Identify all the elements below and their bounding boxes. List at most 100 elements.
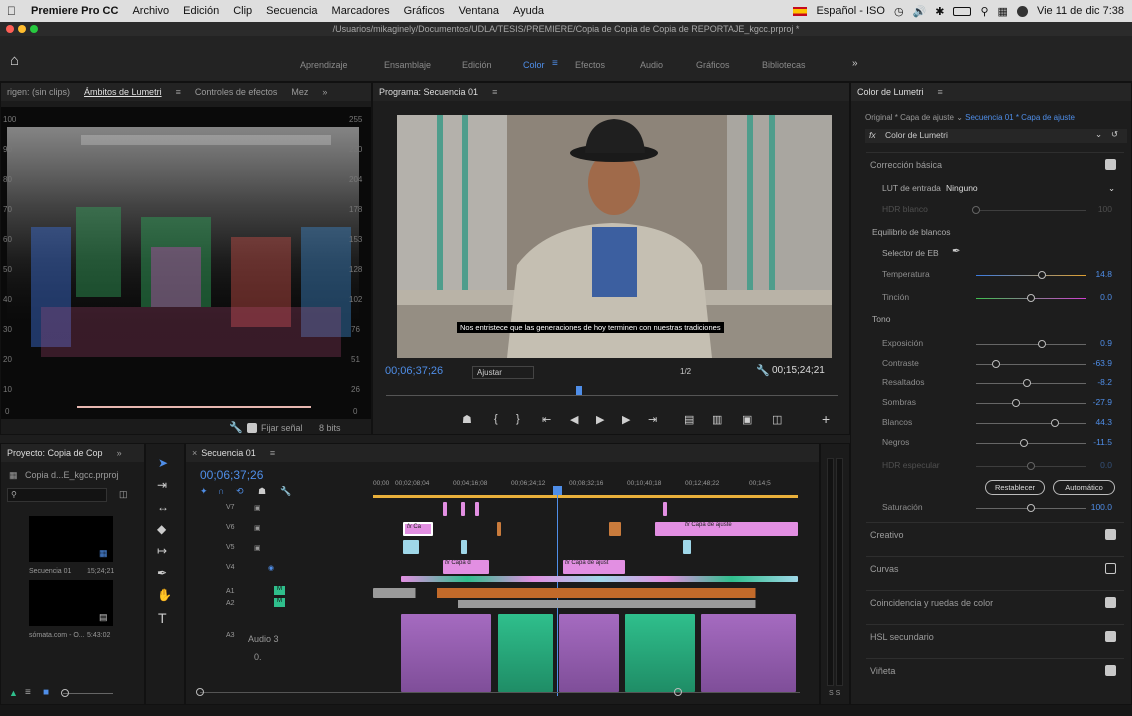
exposure-value[interactable]: 0.9	[1100, 338, 1112, 348]
workspace-efectos[interactable]: Efectos	[575, 60, 605, 70]
lock-icon[interactable]: ▲	[9, 688, 18, 698]
temperature-value[interactable]: 14.8	[1095, 269, 1112, 279]
whites-knob[interactable]	[1051, 419, 1060, 427]
zoom-slider-knob[interactable]	[61, 689, 69, 697]
minimize-window-button[interactable]	[18, 25, 26, 33]
menu-marcadores[interactable]: Marcadores	[325, 5, 397, 17]
go-to-out-icon[interactable]: ⇥	[648, 413, 657, 426]
clip-video-strip[interactable]	[401, 576, 798, 582]
timeline-menu-icon[interactable]: ≡	[270, 448, 275, 458]
control-center-icon[interactable]: ▦	[998, 5, 1008, 18]
project-search-input[interactable]	[7, 488, 107, 502]
auto-button[interactable]: Automático	[1053, 480, 1115, 495]
saturation-knob[interactable]	[1027, 504, 1035, 512]
clip-thin[interactable]	[443, 502, 447, 516]
zoom-window-button[interactable]	[30, 25, 38, 33]
section-hsl-secondary[interactable]: HSL secundario	[866, 624, 1124, 648]
linked-selection-icon[interactable]: ⟲	[236, 486, 244, 497]
clip-adjustment-v6[interactable]: fx Ca	[403, 522, 433, 536]
timeline-ruler[interactable]: 00;00 00;02;08;04 00;04;16;08 00;06;24;1…	[373, 480, 798, 494]
battery-icon[interactable]	[953, 6, 972, 16]
step-back-icon[interactable]: ◀	[570, 413, 578, 426]
shadows-knob[interactable]	[1011, 399, 1020, 407]
clip-adjustment-v4a[interactable]: fx Capa d	[443, 560, 489, 574]
section-vignette[interactable]: Viñeta	[866, 658, 1124, 682]
menu-clip[interactable]: Clip	[226, 5, 259, 17]
vignette-checkbox[interactable]	[1105, 665, 1116, 676]
workspace-more-icon[interactable]: »	[852, 58, 858, 69]
audio-clip-a3[interactable]	[701, 614, 796, 692]
playhead-handle[interactable]	[553, 486, 562, 495]
work-area-bar[interactable]	[373, 495, 798, 498]
snap-icon[interactable]: ∩	[218, 486, 224, 496]
wrench-icon[interactable]: 🔧	[229, 421, 243, 434]
list-view-icon[interactable]: ≡	[25, 687, 31, 698]
program-scrubber[interactable]	[386, 395, 838, 403]
mute-button[interactable]: M	[274, 598, 285, 607]
clip-cyan[interactable]	[461, 540, 467, 554]
menu-secuencia[interactable]: Secuencia	[259, 5, 324, 17]
whites-track[interactable]	[976, 423, 1086, 424]
reset-effect-icon[interactable]: ↺	[1111, 129, 1118, 140]
panel-menu-icon[interactable]: ≡	[176, 87, 181, 97]
blacks-track[interactable]	[976, 443, 1086, 444]
app-menu[interactable]: Premiere Pro CC	[23, 5, 125, 17]
menu-graficos[interactable]: Gráficos	[397, 5, 452, 17]
contrast-value[interactable]: -63.9	[1093, 358, 1112, 368]
lumetri-source[interactable]: Original * Capa de ajuste	[865, 113, 954, 122]
color-wheels-checkbox[interactable]	[1105, 597, 1116, 608]
clip-cyan[interactable]	[403, 540, 419, 554]
curves-checkbox[interactable]	[1105, 563, 1116, 574]
basic-correction-checkbox[interactable]	[1105, 159, 1116, 170]
lumetri-title[interactable]: Color de Lumetri	[857, 87, 924, 97]
playhead-marker[interactable]	[576, 386, 582, 395]
lumetri-menu-icon[interactable]: ≡	[938, 87, 943, 97]
workspace-menu-icon[interactable]: ≡	[552, 58, 558, 69]
lumetri-target[interactable]: Secuencia 01 * Capa de ajuste	[965, 113, 1075, 122]
nest-icon[interactable]: ✦	[200, 486, 208, 497]
apple-icon[interactable]: 	[0, 4, 23, 18]
exposure-knob[interactable]	[1038, 340, 1046, 348]
bluetooth-icon[interactable]: ✱	[935, 5, 944, 18]
workspace-audio[interactable]: Audio	[640, 60, 663, 70]
close-window-button[interactable]	[6, 25, 14, 33]
clip-a1-strip[interactable]	[373, 588, 798, 598]
home-icon[interactable]: ⌂	[10, 52, 19, 69]
eye-icon[interactable]: ◉	[268, 564, 274, 572]
scroll-handle-left[interactable]	[196, 688, 204, 696]
fit-select[interactable]: Ajustar	[472, 366, 534, 379]
tab-mixer[interactable]: Mez	[291, 87, 308, 97]
blacks-value[interactable]: -11.5	[1093, 437, 1112, 447]
project-title[interactable]: Proyecto: Copia de Cop	[7, 448, 103, 458]
white-balance-header[interactable]: Equilibrio de blancos	[866, 224, 1116, 244]
timeline-close-icon[interactable]: ×	[192, 448, 197, 458]
input-language[interactable]: Español - ISO	[816, 5, 884, 17]
add-button-icon[interactable]: +	[822, 411, 830, 427]
temperature-track[interactable]	[976, 275, 1086, 276]
highlights-track[interactable]	[976, 383, 1086, 384]
program-timecode[interactable]: 00;06;37;26	[385, 365, 443, 377]
tint-value[interactable]: 0.0	[1100, 292, 1112, 302]
volume-icon[interactable]: 🔊	[913, 5, 927, 18]
zoom-slider[interactable]	[63, 693, 113, 694]
project-more-icon[interactable]: »	[117, 448, 122, 458]
clip-orange[interactable]	[609, 522, 621, 536]
program-monitor-title[interactable]: Programa: Secuencia 01	[379, 87, 478, 97]
highlights-knob[interactable]	[1022, 379, 1031, 387]
track-select-tool-icon[interactable]: ⇥	[157, 478, 167, 492]
temperature-knob[interactable]	[1038, 271, 1046, 279]
hand-tool-icon[interactable]: ✋	[157, 588, 172, 602]
program-video-frame[interactable]: Nos entristece que las generaciones de h…	[397, 115, 832, 358]
marker-icon[interactable]: ☗	[462, 413, 472, 426]
audio-clip-a3[interactable]	[559, 614, 619, 692]
section-curves[interactable]: Curvas	[866, 556, 1124, 580]
mute-button[interactable]: M	[274, 586, 285, 595]
selection-tool-icon[interactable]: ➤	[158, 456, 168, 470]
toggle-output-icon[interactable]: ▣	[254, 504, 261, 512]
compare-icon[interactable]: ◫	[772, 413, 782, 426]
timeline-scrollbar[interactable]	[200, 692, 800, 693]
tab-source[interactable]: rigen: (sin clips)	[7, 87, 70, 97]
lift-icon[interactable]: ▤	[684, 413, 694, 426]
program-menu-icon[interactable]: ≡	[492, 87, 497, 97]
toggle-output-icon[interactable]: ▣	[254, 524, 261, 532]
